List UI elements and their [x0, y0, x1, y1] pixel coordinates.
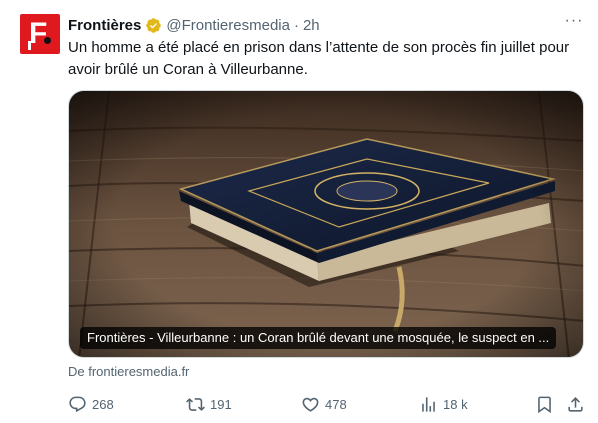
avatar-letter: F — [29, 17, 48, 50]
card-image — [69, 91, 583, 357]
display-name[interactable]: Frontières — [68, 17, 141, 34]
action-bar: 268 191 478 18 k — [0, 392, 598, 416]
avatar-dot — [44, 37, 51, 44]
handle[interactable]: @Frontieresmedia — [166, 17, 290, 34]
like-button[interactable]: 478 — [301, 392, 347, 416]
card-source[interactable]: De frontieresmedia.fr — [68, 364, 189, 379]
like-count: 478 — [325, 396, 347, 412]
views-button[interactable]: 18 k — [419, 392, 468, 416]
reply-icon — [69, 396, 86, 412]
tweet[interactable]: F Frontières @Frontieresmedia · 2h ··· U… — [0, 0, 598, 423]
avatar-stripe — [28, 41, 31, 50]
timestamp[interactable]: 2h — [303, 17, 320, 34]
link-card[interactable]: Frontières - Villeurbanne : un Coran brû… — [68, 90, 584, 358]
views-count: 18 k — [443, 396, 468, 412]
repost-icon — [186, 397, 205, 411]
avatar[interactable]: F — [20, 14, 60, 54]
bookmark-button[interactable] — [535, 392, 554, 416]
repost-count: 191 — [210, 396, 232, 412]
share-button[interactable] — [566, 392, 585, 416]
like-icon — [302, 397, 319, 412]
reply-count: 268 — [92, 396, 114, 412]
verified-badge-icon[interactable] — [145, 17, 162, 34]
card-title[interactable]: Frontières - Villeurbanne : un Coran brû… — [80, 327, 557, 349]
share-icon — [568, 396, 583, 412]
tweet-text: Un homme a été placé en prison dans l’at… — [68, 39, 570, 78]
more-options-button[interactable]: ··· — [562, 13, 586, 34]
reply-button[interactable]: 268 — [68, 392, 114, 416]
bookmark-icon — [538, 396, 551, 413]
tweet-header: Frontières @Frontieresmedia · 2h — [68, 15, 320, 35]
views-icon — [422, 396, 435, 412]
repost-button[interactable]: 191 — [186, 392, 232, 416]
separator: · — [293, 16, 299, 34]
